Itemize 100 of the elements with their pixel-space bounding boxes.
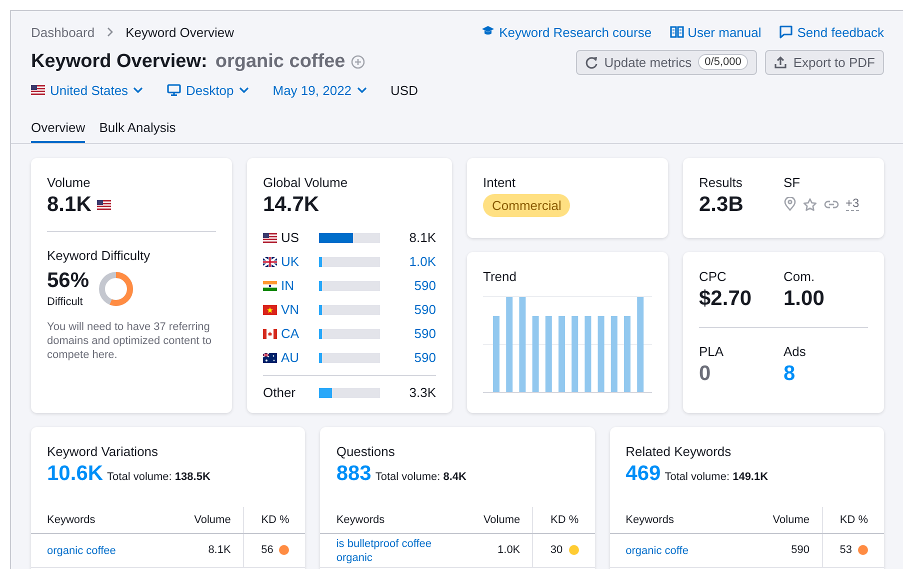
- country-code[interactable]: IN: [281, 278, 307, 293]
- metric-label: CPC: [699, 269, 728, 284]
- header-link[interactable]: Keyword Research course: [481, 24, 652, 40]
- tab[interactable]: Overview: [31, 120, 86, 143]
- metric-label: SF: [784, 175, 802, 190]
- device-selector[interactable]: Desktop: [167, 82, 249, 98]
- metric-label: Ads: [784, 344, 807, 359]
- breadcrumb-link[interactable]: Dashboard: [31, 24, 95, 40]
- country-code[interactable]: UK: [281, 254, 307, 269]
- header-link[interactable]: Send feedback: [779, 24, 884, 40]
- difficulty-note: You will need to have 37 referring domains and optimized content to compete here.: [47, 320, 212, 362]
- monitor-icon: [167, 84, 182, 96]
- other-label: Other: [263, 385, 297, 400]
- date-selector[interactable]: May 19, 2022: [272, 82, 367, 98]
- column-header: Keywords: [31, 507, 164, 533]
- flag-icon: [263, 304, 277, 314]
- flag-icon: [263, 280, 277, 290]
- volume-cell: 8.1K: [163, 533, 244, 567]
- tab[interactable]: Bulk Analysis: [99, 120, 176, 143]
- difficulty-rating: Difficult: [47, 296, 84, 308]
- star-icon: [802, 198, 816, 210]
- metric-value: $2.70: [699, 287, 753, 311]
- export-button[interactable]: Export to PDF: [765, 50, 884, 74]
- location-pin-icon: [784, 197, 796, 211]
- total-volume: Total volume: 8.4K: [375, 471, 466, 483]
- volume-value: 8.1K: [47, 193, 92, 217]
- country-volume[interactable]: 590: [382, 278, 436, 293]
- country-selector[interactable]: United States: [31, 82, 144, 98]
- volume-cell: 590: [742, 533, 822, 567]
- metric-label: PLA: [699, 344, 725, 359]
- keyword-link[interactable]: is bulletproof coffee organic: [336, 537, 452, 565]
- column-header: KD %: [532, 507, 595, 533]
- usage-counter: 0/5,000: [698, 54, 748, 70]
- keyword-link[interactable]: organic coffee: [47, 544, 162, 558]
- keyword-count[interactable]: 10.6K: [47, 462, 104, 486]
- total-volume: Total volume: 138.5K: [107, 471, 210, 483]
- column-header: KD %: [243, 507, 306, 533]
- header-link[interactable]: User manual: [670, 24, 762, 40]
- flag-icon: [97, 200, 112, 210]
- country-volume[interactable]: 590: [382, 350, 436, 365]
- volume-cell: 1.0K: [452, 533, 533, 567]
- upload-icon: [774, 56, 788, 68]
- book-icon: [670, 25, 684, 39]
- flag-icon: [31, 85, 45, 95]
- metric-value: 0: [699, 362, 712, 386]
- more-features[interactable]: +3: [846, 197, 860, 211]
- country-code[interactable]: VN: [281, 302, 307, 317]
- keyword-title: organic coffee: [215, 51, 346, 73]
- kd-value: 56: [261, 544, 274, 556]
- column-header: Volume: [742, 507, 822, 533]
- column-header: Volume: [452, 507, 533, 533]
- metric-label: Volume: [47, 175, 92, 190]
- metric-label: Global Volume: [263, 175, 349, 190]
- metric-label: Com.: [784, 269, 816, 284]
- country-volume[interactable]: 590: [382, 302, 436, 317]
- country-volume: 8.1K: [408, 230, 436, 245]
- metric-label: Results: [699, 175, 744, 190]
- breadcrumb-current: Keyword Overview: [126, 24, 234, 40]
- column-header: Keywords: [610, 507, 742, 533]
- flag-icon: [263, 232, 277, 242]
- kd-value: 53: [840, 544, 852, 556]
- page-title: Keyword Overview:: [31, 51, 208, 73]
- card-title: Related Keywords: [626, 444, 732, 459]
- metric-label: Keyword Difficulty: [47, 248, 152, 263]
- update-button[interactable]: Update metrics 0/5,000: [576, 50, 758, 74]
- flag-icon: [263, 352, 277, 362]
- currency-label: USD: [390, 82, 418, 98]
- difficulty-donut: [97, 270, 136, 308]
- keyword-link[interactable]: organic coffe: [626, 544, 741, 558]
- difficulty-value: 56%: [47, 269, 90, 293]
- global-volume-value: 14.7K: [263, 193, 320, 217]
- keyword-count[interactable]: 469: [626, 462, 661, 486]
- flag-icon: [263, 256, 277, 266]
- country-volume[interactable]: 1.0K: [382, 254, 436, 269]
- chevron-down-icon[interactable]: [133, 87, 144, 93]
- link-icon: [824, 200, 838, 208]
- country-code: US: [281, 230, 300, 245]
- intent-tag: Commercial: [483, 194, 570, 217]
- country-volume[interactable]: 590: [382, 326, 436, 341]
- refresh-icon: [585, 56, 598, 68]
- metric-value: 1.00: [784, 287, 826, 311]
- metric-label: Trend: [483, 269, 518, 284]
- total-volume: Total volume: 149.1K: [664, 471, 768, 483]
- metric-value[interactable]: 8: [784, 362, 868, 386]
- flag-icon: [263, 328, 277, 338]
- kd-value: 30: [550, 544, 563, 556]
- results-value: 2.3B: [699, 193, 744, 217]
- card-title: Keyword Variations: [47, 444, 160, 459]
- metric-label: Intent: [483, 175, 517, 190]
- keyword-count[interactable]: 883: [336, 462, 372, 486]
- column-header: KD %: [822, 507, 884, 533]
- chevron-down-icon[interactable]: [356, 87, 367, 93]
- chevron-right-icon: [106, 27, 114, 37]
- chat-bubble-icon: [779, 25, 794, 39]
- column-header: Keywords: [320, 507, 453, 533]
- card-title: Questions: [336, 444, 396, 459]
- other-volume: 3.3K: [408, 385, 436, 400]
- chevron-down-icon[interactable]: [238, 87, 249, 93]
- country-code[interactable]: AU: [281, 350, 307, 365]
- country-code[interactable]: CA: [281, 326, 307, 341]
